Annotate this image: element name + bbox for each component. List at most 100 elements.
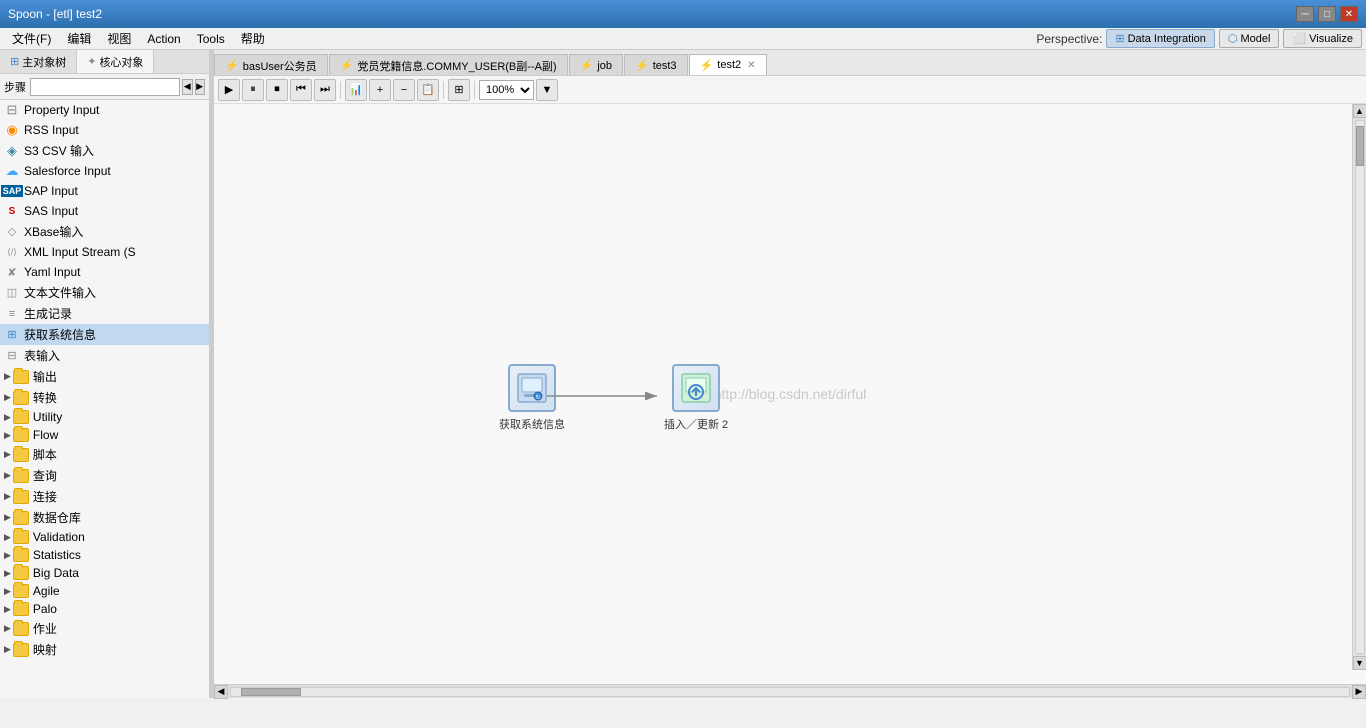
watermark: http://blog.csdn.net/dirful [714,386,867,402]
tab-test2-close[interactable]: ✕ [747,60,755,71]
stop-button[interactable]: ⏹ [266,79,288,101]
scroll-thumb-vertical[interactable] [1356,126,1364,166]
run-button[interactable]: ⏭ [314,79,336,101]
folder-script-arrow: ▶ [4,449,11,460]
tab-test2-icon: ⚡ [700,59,714,72]
folder-datawarehouse[interactable]: ▶ 数据仓库 [0,507,209,528]
folder-connect[interactable]: ▶ 连接 [0,486,209,507]
tree-item-property-input[interactable]: ⊟ Property Input [0,100,209,120]
tree-item-s3-csv[interactable]: ◈ S3 CSV 输入 [0,140,209,161]
menu-action[interactable]: Action [139,30,188,48]
step-search-bar: 步骤 ◀ ▶ [0,74,209,100]
scroll-down-button[interactable]: ▼ [1353,656,1366,670]
tree-item-get-sys[interactable]: ⊞ 获取系统信息 [0,324,209,345]
scroll-up-button[interactable]: ▲ [1353,104,1366,118]
tab-main-objects[interactable]: ⊞ 主对象树 [0,50,77,73]
tab-test2[interactable]: ⚡ test2 ✕ [689,54,767,76]
scroll-thumb-horizontal[interactable] [241,688,301,696]
tab-test3[interactable]: ⚡ test3 [624,54,688,76]
scroll-track-horizontal[interactable] [230,687,1350,697]
folder-flow[interactable]: ▶ Flow [0,426,209,444]
folder-output-arrow: ▶ [4,371,11,382]
grid-button[interactable]: ⊞ [448,79,470,101]
tree-container[interactable]: ⊟ Property Input ◉ RSS Input ◈ S3 CSV 输入… [0,100,209,698]
folder-agile-icon [13,584,29,598]
insert-update-node-label: 插入／更新 2 [664,416,728,432]
tree-item-sap[interactable]: SAP SAP Input [0,181,209,201]
tab-basuser-icon: ⚡ [225,59,239,72]
tree-item-yaml[interactable]: ✘ Yaml Input [0,262,209,282]
folder-output[interactable]: ▶ 输出 [0,366,209,387]
tab-dangji[interactable]: ⚡ 党员党籍信息.COMMY_USER(B副--A副) [329,54,568,76]
folder-utility[interactable]: ▶ Utility [0,408,209,426]
pause-button[interactable]: ⏸ [242,79,264,101]
menu-bar: 文件(F) 编辑 视图 Action Tools 帮助 Perspective:… [0,28,1366,50]
folder-statistics[interactable]: ▶ Statistics [0,546,209,564]
close-button[interactable]: ✕ [1340,6,1358,22]
menu-view[interactable]: 视图 [99,28,139,49]
tab-basuser[interactable]: ⚡ basUser公务员 [214,54,328,76]
perspective-model[interactable]: ⬡ Model [1219,29,1280,48]
preview-button[interactable]: ⏮ [290,79,312,101]
step-next-button[interactable]: ▶ [195,79,206,95]
app-title: Spoon - [etl] test2 [8,7,102,21]
perspective-data-integration[interactable]: ⊞ Data Integration [1106,29,1215,48]
step-search-input[interactable] [30,78,180,96]
log-button[interactable]: 📋 [417,79,439,101]
folder-bigdata[interactable]: ▶ Big Data [0,564,209,582]
play-button[interactable]: ▶ [218,79,240,101]
folder-agile[interactable]: ▶ Agile [0,582,209,600]
tree-item-gen-log[interactable]: ≡ 生成记录 [0,303,209,324]
perspective-visualize[interactable]: ⬜ Visualize [1283,29,1362,48]
menu-edit[interactable]: 编辑 [59,28,99,49]
txt-file-icon: ◫ [4,285,20,301]
horizontal-scrollbar[interactable]: ◀ ▶ [214,684,1366,698]
menu-tools[interactable]: Tools [189,30,233,48]
folder-palo[interactable]: ▶ Palo [0,600,209,618]
tab-job[interactable]: ⚡ job [569,54,623,76]
folder-script[interactable]: ▶ 脚本 [0,444,209,465]
add-button[interactable]: + [369,79,391,101]
visualize-icon: ⬜ [1292,32,1306,45]
maximize-button[interactable]: □ [1318,6,1336,22]
folder-work[interactable]: ▶ 作业 [0,618,209,639]
scroll-track-vertical[interactable] [1355,120,1365,654]
tree-item-xml[interactable]: ⟨/⟩ XML Input Stream (S [0,242,209,262]
etl-node-insert-update[interactable]: 插入／更新 2 [664,364,728,432]
tree-item-xbase[interactable]: ◇ XBase输入 [0,221,209,242]
step-prev-button[interactable]: ◀ [182,79,193,95]
minimize-button[interactable]: ─ [1296,6,1314,22]
zoom-dropdown-button[interactable]: ▼ [536,79,558,101]
window-controls: ─ □ ✕ [1296,6,1358,22]
zoom-select[interactable]: 100% 75% 50% 150% 200% [479,80,534,100]
tab-job-icon: ⚡ [580,59,594,72]
menu-file[interactable]: 文件(F) [4,28,59,49]
remove-button[interactable]: − [393,79,415,101]
etl-node-get-sys[interactable]: ↻ 获取系统信息 [499,364,565,432]
folder-query-arrow: ▶ [4,470,11,481]
step-metrics-button[interactable]: 📊 [345,79,367,101]
folder-validation[interactable]: ▶ Validation [0,528,209,546]
tree-item-txt-file[interactable]: ◫ 文本文件输入 [0,282,209,303]
scroll-right-button[interactable]: ▶ [1352,685,1366,699]
scroll-left-button[interactable]: ◀ [214,685,228,699]
menu-help[interactable]: 帮助 [233,28,273,49]
folder-query[interactable]: ▶ 查询 [0,465,209,486]
right-panel: ⚡ basUser公务员 ⚡ 党员党籍信息.COMMY_USER(B副--A副)… [214,50,1366,698]
vertical-scrollbar[interactable]: ▲ ▼ [1352,104,1366,670]
tree-item-salesforce[interactable]: ☁ Salesforce Input [0,161,209,181]
sap-icon: SAP [4,183,20,199]
tree-item-sas[interactable]: S SAS Input [0,201,209,221]
tab-bar: ⚡ basUser公务员 ⚡ 党员党籍信息.COMMY_USER(B副--A副)… [214,50,1366,76]
tab-core-objects[interactable]: ✦ 核心对象 [77,50,154,73]
get-sys-node-label: 获取系统信息 [499,416,565,432]
folder-transform-icon [13,391,29,405]
left-tabs: ⊞ 主对象树 ✦ 核心对象 [0,50,209,74]
tree-item-rss-input[interactable]: ◉ RSS Input [0,120,209,140]
folder-transform[interactable]: ▶ 转换 [0,387,209,408]
canvas-area[interactable]: http://blog.csdn.net/dirful ↻ 获取系统信息 [214,104,1366,684]
folder-map[interactable]: ▶ 映射 [0,639,209,660]
tree-item-tbl-input[interactable]: ⊟ 表输入 [0,345,209,366]
main-layout: ⊞ 主对象树 ✦ 核心对象 步骤 ◀ ▶ ⊟ Property Input ◉ [0,50,1366,698]
perspective-label: Perspective: [1036,32,1102,46]
